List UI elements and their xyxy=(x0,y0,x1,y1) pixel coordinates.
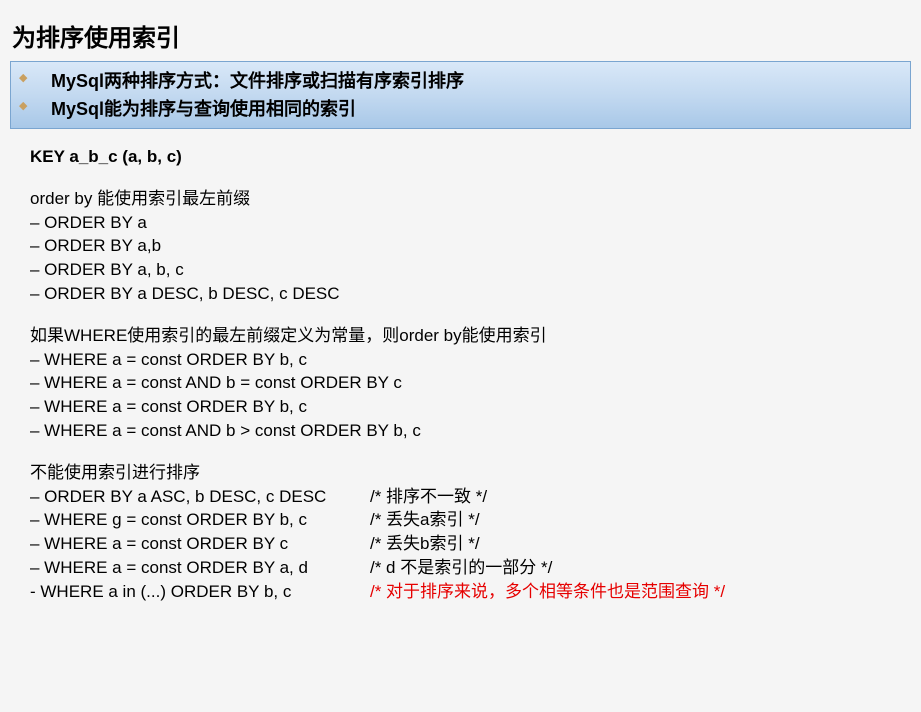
code-line: – ORDER BY a xyxy=(30,211,911,235)
code-left: – WHERE g = const ORDER BY b, c xyxy=(30,508,370,532)
key-definition: KEY a_b_c (a, b, c) xyxy=(30,145,911,169)
code-left: – WHERE a = const ORDER BY c xyxy=(30,532,370,556)
bullet-icon: ◆ xyxy=(19,95,37,112)
bullet-icon: ◆ xyxy=(19,67,37,84)
code-left: – WHERE a = const ORDER BY a, d xyxy=(30,556,370,580)
code-comment: /* 排序不一致 */ xyxy=(370,485,487,509)
code-comment: /* 丢失b索引 */ xyxy=(370,532,480,556)
page-title: 为排序使用索引 xyxy=(10,18,911,53)
code-line: – ORDER BY a,b xyxy=(30,234,911,258)
code-row: – WHERE a = const ORDER BY c /* 丢失b索引 */ xyxy=(30,532,911,556)
code-line: – WHERE a = const AND b = const ORDER BY… xyxy=(30,371,911,395)
bullet-text: MySql两种排序方式：文件排序或扫描有序索引排序 xyxy=(37,67,464,93)
code-row: – ORDER BY a ASC, b DESC, c DESC /* 排序不一… xyxy=(30,485,911,509)
code-left: - WHERE a in (...) ORDER BY b, c xyxy=(30,580,370,604)
code-row: – WHERE a = const ORDER BY a, d /* d 不是索… xyxy=(30,556,911,580)
code-row: - WHERE a in (...) ORDER BY b, c /* 对于排序… xyxy=(30,580,911,604)
code-comment: /* 丢失a索引 */ xyxy=(370,508,480,532)
code-line: – WHERE a = const AND b > const ORDER BY… xyxy=(30,419,911,443)
code-line: – WHERE a = const ORDER BY b, c xyxy=(30,395,911,419)
section-head-2: 如果WHERE使用索引的最左前缀定义为常量，则order by能使用索引 xyxy=(30,324,911,348)
code-left: – ORDER BY a ASC, b DESC, c DESC xyxy=(30,485,370,509)
code-line: – ORDER BY a, b, c xyxy=(30,258,911,282)
code-comment-red: /* 对于排序来说，多个相等条件也是范围查询 */ xyxy=(370,580,725,604)
code-line: – ORDER BY a DESC, b DESC, c DESC xyxy=(30,282,911,306)
code-comment: /* d 不是索引的一部分 */ xyxy=(370,556,552,580)
code-row: – WHERE g = const ORDER BY b, c /* 丢失a索引… xyxy=(30,508,911,532)
highlight-box: ◆ MySql两种排序方式：文件排序或扫描有序索引排序 ◆ MySql能为排序与… xyxy=(10,61,911,129)
bullet-item: ◆ MySql两种排序方式：文件排序或扫描有序索引排序 xyxy=(19,66,902,94)
section-head-3: 不能使用索引进行排序 xyxy=(30,461,911,485)
content-body: KEY a_b_c (a, b, c) order by 能使用索引最左前缀 –… xyxy=(10,145,911,604)
section-head-1: order by 能使用索引最左前缀 xyxy=(30,187,911,211)
bullet-text: MySql能为排序与查询使用相同的索引 xyxy=(37,95,356,121)
code-line: – WHERE a = const ORDER BY b, c xyxy=(30,348,911,372)
bullet-item: ◆ MySql能为排序与查询使用相同的索引 xyxy=(19,94,902,122)
